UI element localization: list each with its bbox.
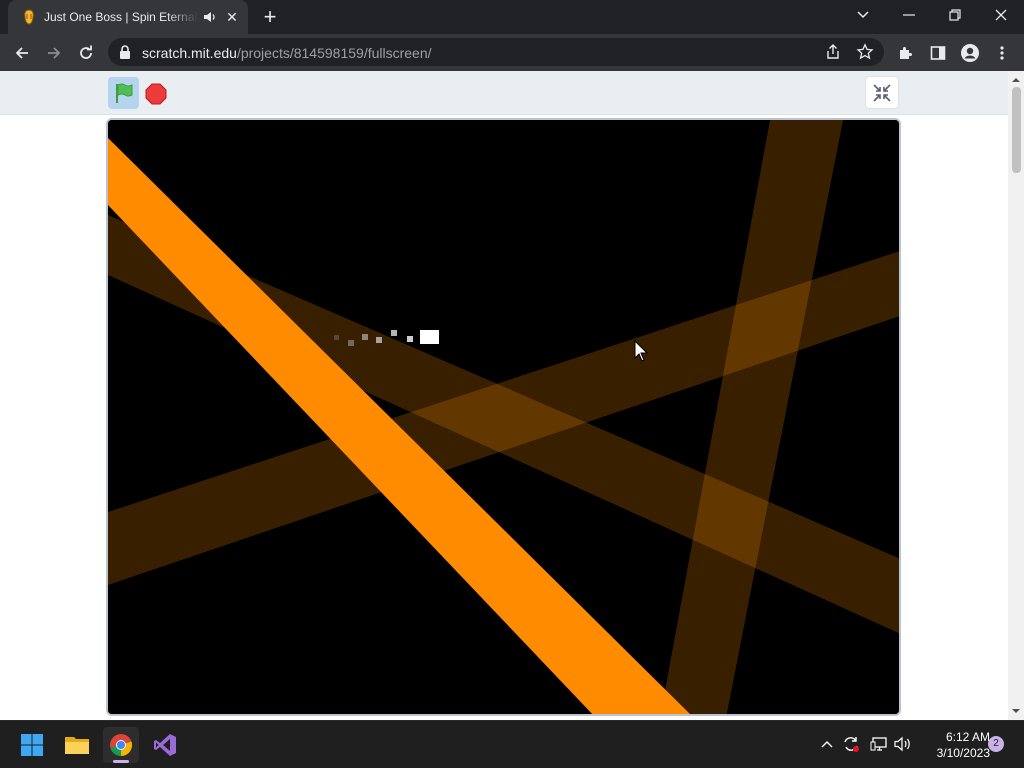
exit-fullscreen-icon bbox=[873, 83, 891, 102]
browser-toolbar: scratch.mit.edu/projects/814598159/fulls… bbox=[0, 34, 1024, 71]
share-icon[interactable] bbox=[824, 43, 842, 61]
network-icon bbox=[870, 737, 887, 751]
trail-particle bbox=[376, 337, 382, 343]
minimize-icon bbox=[903, 14, 915, 16]
forward-button[interactable] bbox=[40, 39, 68, 67]
side-panel-button[interactable] bbox=[924, 39, 952, 67]
new-tab-button[interactable]: + bbox=[258, 6, 282, 30]
url-host: scratch.mit.edu bbox=[142, 45, 237, 61]
start-icon bbox=[21, 734, 43, 756]
green-flag-button[interactable] bbox=[108, 77, 139, 109]
sync-icon bbox=[844, 737, 859, 752]
url-path: /projects/814598159/fullscreen/ bbox=[236, 45, 432, 61]
page-scrollbar[interactable] bbox=[1008, 71, 1024, 720]
profile-icon bbox=[961, 44, 979, 62]
visual-studio-button[interactable] bbox=[147, 727, 183, 763]
back-button[interactable] bbox=[8, 39, 36, 67]
page-viewport bbox=[0, 71, 1024, 720]
close-icon bbox=[995, 9, 1007, 21]
restore-icon bbox=[949, 9, 961, 21]
scrollbar-thumb[interactable] bbox=[1012, 87, 1021, 173]
scroll-up-icon[interactable] bbox=[1012, 76, 1020, 84]
star-icon[interactable] bbox=[856, 43, 874, 61]
chrome-icon bbox=[110, 734, 133, 757]
puzzle-icon bbox=[900, 47, 912, 59]
volume-tray-button[interactable] bbox=[892, 733, 914, 755]
scroll-down-icon[interactable] bbox=[1012, 707, 1020, 715]
green-flag-icon bbox=[115, 83, 132, 103]
visual-studio-icon bbox=[154, 734, 176, 756]
trail-particle bbox=[348, 340, 354, 346]
game-canvas bbox=[108, 120, 899, 714]
tab-search-button[interactable] bbox=[840, 0, 886, 30]
minimize-button[interactable] bbox=[886, 0, 932, 30]
start-button[interactable] bbox=[14, 727, 50, 763]
stop-sign-icon bbox=[145, 83, 167, 105]
active-app-indicator bbox=[113, 760, 129, 763]
player-square bbox=[420, 330, 439, 344]
exit-fullscreen-button[interactable] bbox=[865, 76, 899, 109]
game-stage[interactable] bbox=[106, 118, 901, 716]
url-text: scratch.mit.edu/projects/814598159/fulls… bbox=[142, 45, 432, 61]
tab-strip: Just One Boss | Spin Eternally ✕ + bbox=[0, 0, 1024, 34]
notification-badge[interactable]: 2 bbox=[988, 736, 1004, 752]
speaker-icon[interactable] bbox=[202, 9, 218, 25]
chevron-up-icon bbox=[821, 741, 833, 748]
reload-button[interactable] bbox=[72, 39, 100, 67]
clock-date: 3/10/2023 bbox=[936, 746, 990, 760]
side-panel-icon bbox=[930, 46, 946, 60]
clock-time: 6:12 AM bbox=[945, 730, 990, 744]
file-explorer-button[interactable] bbox=[59, 727, 95, 763]
trail-particle bbox=[362, 334, 368, 340]
chevron-down-icon bbox=[857, 11, 869, 19]
chrome-taskbar-button[interactable] bbox=[103, 727, 139, 763]
reload-icon bbox=[80, 45, 92, 59]
forward-arrow-icon bbox=[48, 47, 61, 59]
windows-taskbar: 6:12 AM 3/10/2023 2 bbox=[0, 720, 1024, 768]
speaker-icon bbox=[894, 736, 910, 752]
close-window-button[interactable] bbox=[978, 0, 1024, 30]
chrome-menu-button[interactable] bbox=[988, 39, 1016, 67]
restore-button[interactable] bbox=[932, 0, 978, 30]
network-tray-button[interactable] bbox=[868, 733, 890, 755]
trail-particle bbox=[334, 335, 339, 340]
profile-button[interactable] bbox=[956, 39, 984, 67]
trail-particle bbox=[407, 336, 413, 342]
file-explorer-icon bbox=[65, 737, 89, 754]
taskbar-clock[interactable]: 6:12 AM 3/10/2023 bbox=[920, 729, 990, 761]
kebab-menu-icon bbox=[1000, 46, 1004, 60]
back-arrow-icon bbox=[15, 47, 28, 59]
stage-controls-bar bbox=[0, 71, 1008, 115]
tab-title: Just One Boss | Spin Eternally bbox=[44, 10, 198, 24]
browser-tab[interactable]: Just One Boss | Spin Eternally ✕ bbox=[8, 0, 248, 34]
scratch-cat-icon bbox=[24, 9, 34, 25]
stop-button[interactable] bbox=[144, 82, 168, 106]
show-hidden-icons-button[interactable] bbox=[816, 733, 838, 755]
address-bar[interactable]: scratch.mit.edu/projects/814598159/fulls… bbox=[108, 38, 884, 66]
extensions-button[interactable] bbox=[892, 39, 920, 67]
trail-particle bbox=[391, 330, 397, 336]
lock-icon[interactable] bbox=[118, 44, 132, 60]
sync-tray-button[interactable] bbox=[840, 733, 862, 755]
tab-close-icon[interactable]: ✕ bbox=[224, 9, 240, 25]
